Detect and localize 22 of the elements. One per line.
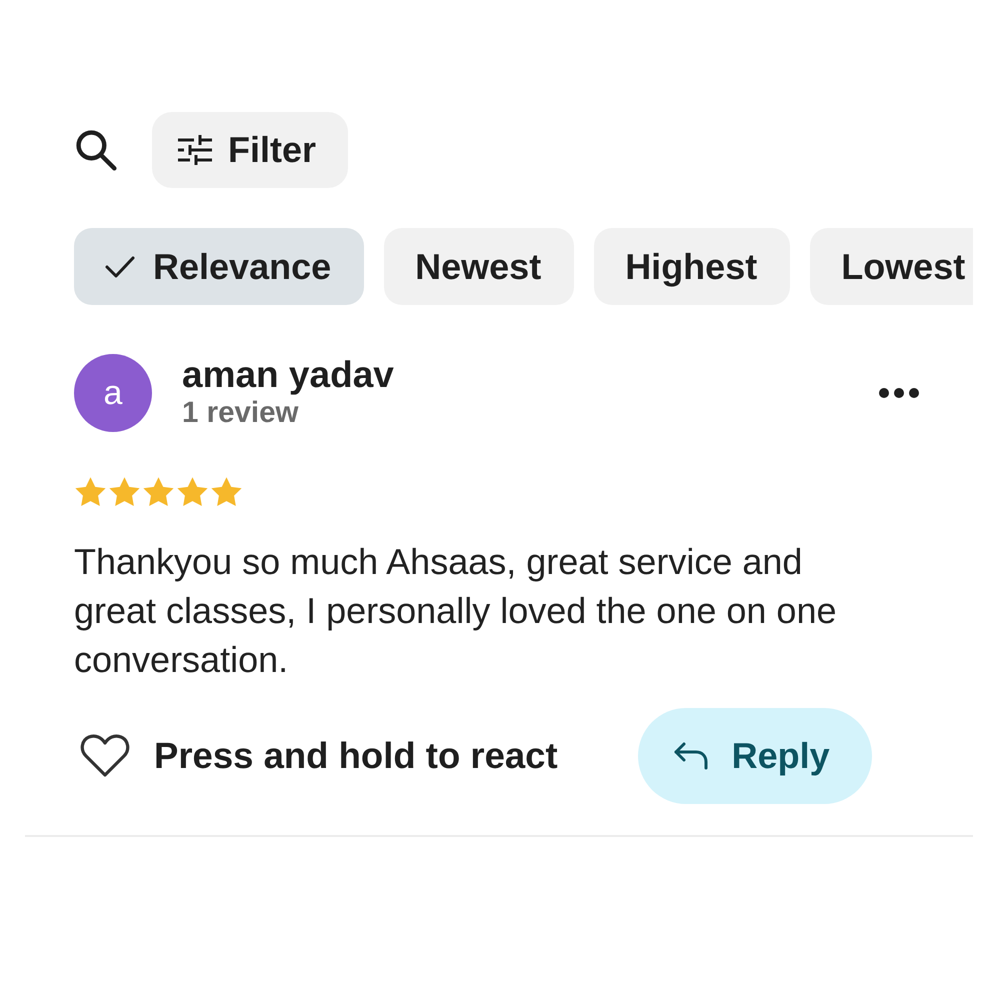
- check-icon: [105, 256, 135, 278]
- avatar: a: [74, 354, 152, 432]
- sort-chip[interactable]: Newest: [384, 228, 574, 305]
- review-text: Thankyou so much Ahsaas, great service and great classes, I personally loved the one on one conversation.: [74, 540, 838, 682]
- star-icon: [210, 476, 243, 508]
- reply-arrow-icon: [674, 742, 708, 770]
- star-icon: [142, 476, 175, 508]
- sliders-icon: [178, 135, 212, 165]
- sort-chip[interactable]: Lowest: [810, 228, 973, 305]
- star-icon: [108, 476, 141, 508]
- author-name: aman yadav: [182, 355, 394, 395]
- filter-button[interactable]: Filter: [152, 112, 348, 188]
- search-icon[interactable]: [74, 128, 118, 172]
- sort-chip[interactable]: Highest: [594, 228, 790, 305]
- star-icon: [74, 476, 107, 508]
- sort-chip[interactable]: Relevance: [74, 228, 364, 305]
- star-icon: [176, 476, 209, 508]
- reply-button[interactable]: Reply: [638, 708, 872, 804]
- author-review-count: 1 review: [182, 395, 298, 431]
- react-hint: Press and hold to react: [154, 735, 558, 777]
- heart-icon[interactable]: [80, 734, 130, 778]
- more-icon[interactable]: [879, 388, 919, 398]
